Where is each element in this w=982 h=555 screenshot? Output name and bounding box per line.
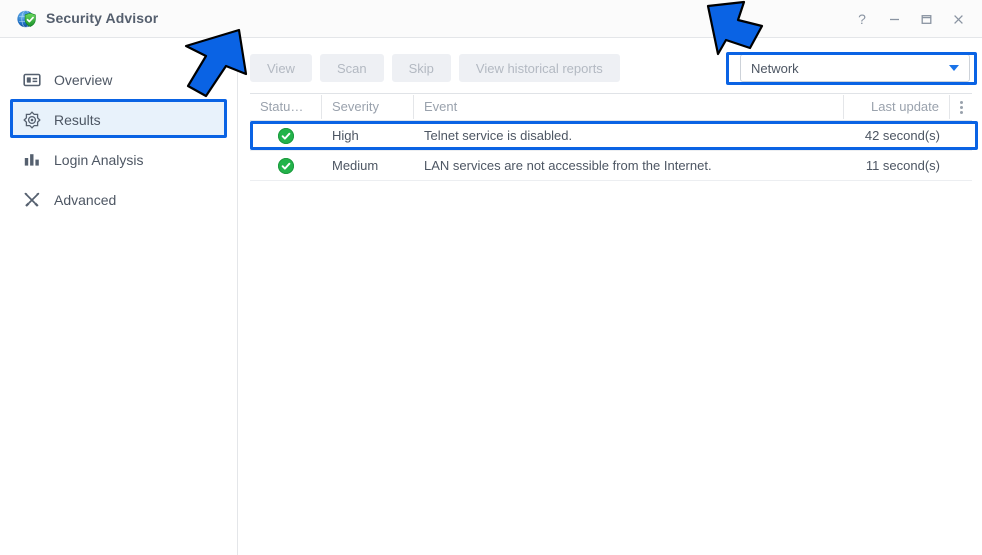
sidebar-item-label: Overview — [54, 72, 113, 88]
column-header-severity[interactable]: Severity — [322, 95, 414, 119]
sidebar-item-results[interactable]: Results — [10, 102, 227, 138]
row-last-update-cell: 42 second(s) — [864, 128, 940, 143]
row-event-cell: LAN services are not accessible from the… — [424, 158, 712, 173]
row-status-cell — [250, 127, 322, 144]
table-header-row: Statu… Severity Event Last update — [250, 93, 972, 121]
maximize-button[interactable] — [910, 4, 942, 34]
view-historical-reports-button[interactable]: View historical reports — [458, 54, 620, 82]
window-title: Security Advisor — [46, 10, 159, 26]
results-table: Statu… Severity Event Last update High T… — [250, 93, 972, 181]
shield-globe-icon — [16, 8, 38, 30]
content-area: View Scan Skip View historical reports N… — [239, 38, 982, 555]
chevron-down-icon — [949, 65, 959, 71]
overview-card-icon — [22, 70, 42, 90]
sidebar-item-label: Advanced — [54, 192, 117, 208]
sidebar-item-advanced[interactable]: Advanced — [10, 182, 227, 218]
sidebar: Overview Results Login Analysis Advanced — [0, 38, 238, 555]
row-status-cell — [250, 157, 322, 174]
column-header-last-update[interactable]: Last update — [844, 95, 950, 119]
title-bar: Security Advisor ? — [0, 0, 982, 38]
action-toolbar: View Scan Skip View historical reports — [250, 54, 620, 82]
window-controls: ? — [846, 0, 974, 38]
column-header-status[interactable]: Statu… — [250, 95, 322, 119]
category-filter-select[interactable]: Network — [740, 54, 970, 82]
check-circle-green-icon — [278, 157, 294, 174]
help-button[interactable]: ? — [846, 4, 878, 34]
table-row[interactable]: High Telnet service is disabled. 42 seco… — [250, 121, 972, 151]
more-vertical-icon — [959, 100, 963, 114]
table-row[interactable]: Medium LAN services are not accessible f… — [250, 151, 972, 181]
sidebar-item-label: Results — [54, 112, 101, 128]
scan-button[interactable]: Scan — [319, 54, 384, 82]
skip-button[interactable]: Skip — [391, 54, 451, 82]
target-icon — [22, 110, 42, 130]
row-event-cell: Telnet service is disabled. — [424, 128, 573, 143]
check-circle-green-icon — [278, 127, 294, 144]
bar-chart-icon — [22, 150, 42, 170]
sidebar-item-label: Login Analysis — [54, 152, 144, 168]
column-header-event[interactable]: Event — [414, 95, 844, 119]
column-options-button[interactable] — [950, 95, 972, 119]
sidebar-item-overview[interactable]: Overview — [10, 62, 227, 98]
category-filter-value: Network — [751, 60, 799, 76]
row-last-update-cell: 11 second(s) — [865, 158, 940, 173]
close-button[interactable] — [942, 4, 974, 34]
row-severity-cell: High — [332, 128, 359, 143]
minimize-button[interactable] — [878, 4, 910, 34]
tools-icon — [22, 190, 42, 210]
row-severity-cell: Medium — [332, 158, 379, 173]
view-button[interactable]: View — [250, 54, 312, 82]
sidebar-item-login-analysis[interactable]: Login Analysis — [10, 142, 227, 178]
